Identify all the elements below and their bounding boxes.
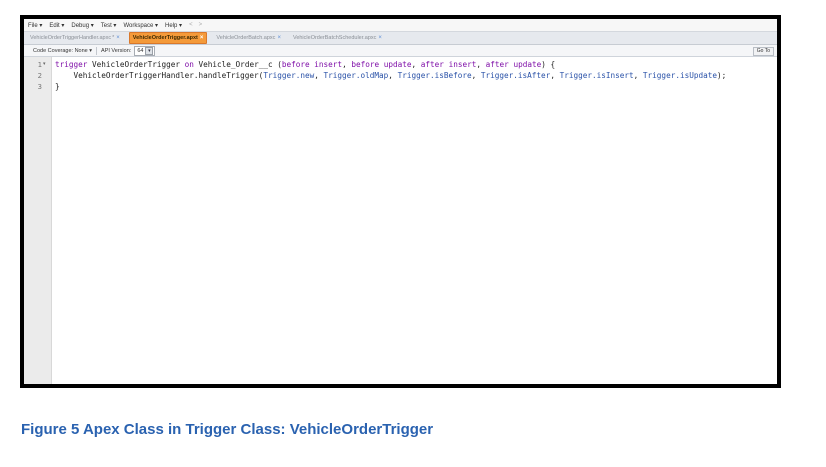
code-line[interactable]: }: [55, 82, 60, 91]
line-number: 3: [37, 82, 42, 91]
close-tab-icon[interactable]: ×: [277, 35, 281, 41]
modified-indicator: *: [112, 35, 115, 41]
code-line[interactable]: trigger VehicleOrderTrigger on Vehicle_O…: [55, 60, 555, 69]
developer-console-window: File ▾ Edit ▾ Debug ▾ Test ▾ Workspace ▾…: [24, 19, 777, 384]
menu-bar: File ▾ Edit ▾ Debug ▾ Test ▾ Workspace ▾…: [24, 19, 777, 31]
close-tab-icon[interactable]: ×: [116, 35, 120, 41]
tab-vehicleorderbatch[interactable]: VehicleOrderBatch.apxc ×: [213, 33, 284, 43]
toolbar-divider: [96, 46, 98, 55]
menu-debug[interactable]: Debug ▾: [71, 22, 93, 29]
menu-workspace[interactable]: Workspace ▾: [123, 22, 158, 29]
figure-caption: Figure 5 Apex Class in Trigger Class: Ve…: [21, 421, 434, 438]
menu-help[interactable]: Help ▾: [165, 22, 182, 29]
chevron-down-icon[interactable]: ▾: [145, 46, 154, 55]
tab-label: VehicleOrderBatchScheduler.apxc: [292, 35, 377, 41]
line-number-gutter: 1 ▾ 2 3: [24, 57, 52, 384]
tab-label: VehicleOrderTriggerHandler.apxc: [30, 35, 112, 41]
tab-vehicleordertriggerhandler[interactable]: VehicleOrderTriggerHandler.apxc * ×: [27, 33, 123, 43]
editor-toolbar: Code Coverage: None ▾ API Version: 64 ▾ …: [24, 45, 777, 57]
fold-toggle-icon[interactable]: ▾: [43, 61, 46, 67]
back-arrow-icon[interactable]: <: [189, 22, 193, 28]
api-version-value: 64: [137, 47, 144, 54]
tab-label: VehicleOrderTrigger.apxt: [132, 35, 198, 41]
code-coverage-dropdown[interactable]: Code Coverage: None ▾: [33, 48, 92, 54]
menu-test[interactable]: Test ▾: [101, 22, 117, 29]
code-editor[interactable]: 1 ▾ 2 3 trigger VehicleOrderTrigger on V…: [24, 57, 777, 384]
api-version-label: API Version:: [101, 47, 132, 54]
close-tab-icon[interactable]: ×: [378, 35, 382, 41]
tab-vehicleorderbatchscheduler[interactable]: VehicleOrderBatchScheduler.apxc ×: [290, 33, 385, 43]
code-line[interactable]: VehicleOrderTriggerHandler.handleTrigger…: [55, 71, 727, 80]
tab-vehicleordertrigger[interactable]: VehicleOrderTrigger.apxt ×: [128, 32, 208, 44]
tab-label: VehicleOrderBatch.apxc: [216, 35, 276, 41]
menu-file[interactable]: File ▾: [28, 22, 42, 29]
close-tab-icon[interactable]: ×: [200, 35, 204, 41]
go-to-button[interactable]: Go To: [752, 47, 774, 56]
api-version-select[interactable]: 64 ▾: [134, 45, 156, 56]
forward-arrow-icon[interactable]: >: [199, 22, 203, 28]
file-tab-bar: VehicleOrderTriggerHandler.apxc * × Vehi…: [24, 31, 777, 45]
line-number: 1: [37, 60, 42, 69]
menu-edit[interactable]: Edit ▾: [49, 22, 64, 29]
line-number: 2: [37, 71, 42, 80]
